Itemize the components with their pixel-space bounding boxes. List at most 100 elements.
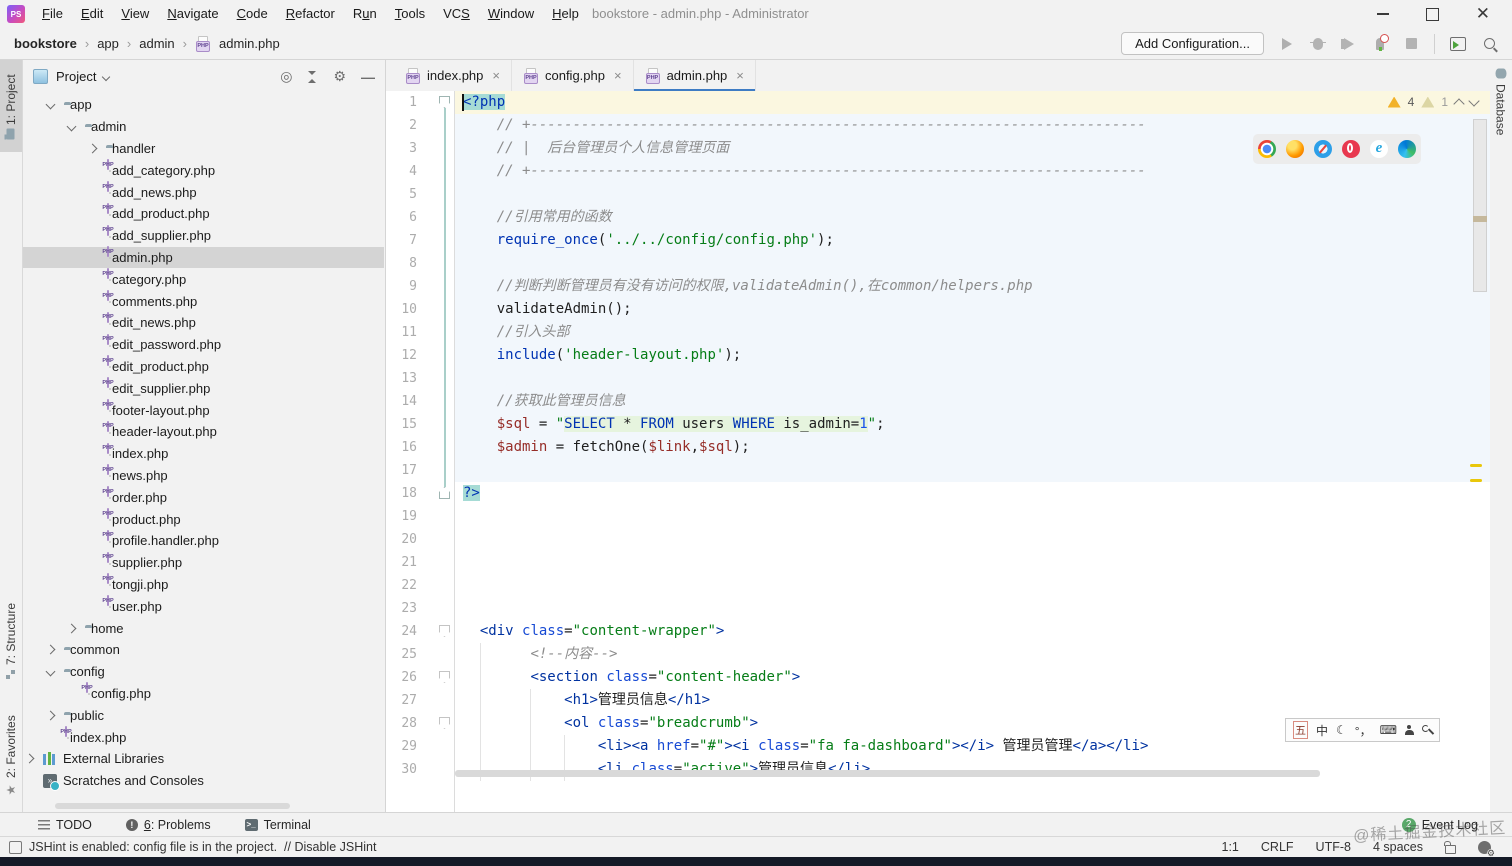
- menu-refactor[interactable]: Refactor: [277, 0, 344, 28]
- tree-item-footer-layout-php[interactable]: PHP footer-layout.php: [23, 399, 384, 421]
- tree-item-edit_news-php[interactable]: PHP edit_news.php: [23, 311, 384, 334]
- line-number-23[interactable]: 23: [386, 597, 417, 620]
- fold-marker-end-icon[interactable]: [439, 487, 450, 499]
- safari-browser-icon[interactable]: [1314, 140, 1332, 158]
- code-line-25[interactable]: <!--内容-->: [455, 643, 1490, 666]
- fold-marker-collapse-icon[interactable]: [439, 625, 450, 637]
- tree-item-user-php[interactable]: PHP user.php: [23, 595, 384, 617]
- maximize-icon[interactable]: [1425, 7, 1439, 21]
- tree-item-add_supplier-php[interactable]: PHP add_supplier.php: [23, 224, 384, 247]
- hide-panel-icon[interactable]: —: [361, 69, 375, 85]
- profiler-icon[interactable]: [1372, 33, 1389, 52]
- code-line-19[interactable]: [455, 505, 1490, 528]
- tree-chevron-icon[interactable]: [45, 710, 64, 721]
- project-settings-gear-icon[interactable]: ⚙: [333, 68, 346, 85]
- menu-window[interactable]: Window: [479, 0, 543, 28]
- code-line-22[interactable]: [455, 574, 1490, 597]
- line-number-24[interactable]: 24: [386, 620, 417, 643]
- code-line-18[interactable]: ?>: [455, 482, 1490, 505]
- line-number-17[interactable]: 17: [386, 459, 417, 482]
- tree-item-app[interactable]: app: [23, 94, 384, 116]
- tree-item-public[interactable]: public: [23, 704, 384, 726]
- tab-close-icon[interactable]: ×: [736, 68, 744, 83]
- opera-browser-icon[interactable]: [1342, 140, 1360, 158]
- fold-marker-start-icon[interactable]: [439, 96, 450, 108]
- tree-item-edit_password-php[interactable]: PHP edit_password.php: [23, 333, 384, 356]
- menu-edit[interactable]: Edit: [72, 0, 112, 28]
- readonly-lock-icon[interactable]: [1444, 840, 1456, 854]
- tab-close-icon[interactable]: ×: [614, 68, 622, 83]
- caret-position[interactable]: 1:1: [1222, 840, 1239, 854]
- tree-chevron-icon[interactable]: [66, 121, 85, 132]
- menu-run[interactable]: Run: [344, 0, 386, 28]
- line-number-10[interactable]: 10: [386, 298, 417, 321]
- line-number-30[interactable]: 30: [386, 758, 417, 781]
- line-separator[interactable]: CRLF: [1261, 840, 1294, 854]
- breadcrumb-item-admin[interactable]: admin: [139, 36, 174, 51]
- file-encoding[interactable]: UTF-8: [1316, 840, 1351, 854]
- code-line-14[interactable]: //获取此管理员信息: [455, 390, 1490, 413]
- tree-item-profile-handler-php[interactable]: PHP profile.handler.php: [23, 529, 384, 552]
- ime-wubi-icon[interactable]: 五: [1293, 721, 1308, 739]
- ie-browser-icon[interactable]: e: [1370, 140, 1388, 158]
- tool-stripe-structure[interactable]: 7: Structure: [0, 588, 22, 694]
- tool-stripe-favorites[interactable]: ★ 2: Favorites: [0, 702, 22, 810]
- line-number-12[interactable]: 12: [386, 344, 417, 367]
- tool-window-button-todo[interactable]: TODO: [38, 818, 92, 832]
- stop-icon[interactable]: [1403, 36, 1419, 52]
- runany-icon[interactable]: [1450, 36, 1466, 52]
- select-opened-file-icon[interactable]: ◎: [280, 69, 292, 83]
- editor-vertical-scrollbar[interactable]: [1473, 119, 1487, 292]
- menu-vcs[interactable]: VCS: [434, 0, 479, 28]
- line-number-19[interactable]: 19: [386, 505, 417, 528]
- code-line-17[interactable]: [455, 459, 1490, 482]
- code-line-24[interactable]: <div class="content-wrapper">: [455, 620, 1490, 643]
- tree-chevron-icon[interactable]: [45, 99, 64, 110]
- ime-user-icon[interactable]: [1404, 725, 1414, 735]
- ime-keyboard-icon[interactable]: ⌨: [1380, 723, 1397, 737]
- code-line-10[interactable]: validateAdmin();: [455, 298, 1490, 321]
- firefox-browser-icon[interactable]: [1286, 140, 1304, 158]
- statusbar-disable-jshint-link[interactable]: // Disable JSHint: [284, 840, 376, 854]
- line-number-11[interactable]: 11: [386, 321, 417, 344]
- line-number-26[interactable]: 26: [386, 666, 417, 689]
- tree-item-config[interactable]: config: [23, 661, 384, 683]
- line-number-3[interactable]: 3: [386, 137, 417, 160]
- tree-item-order-php[interactable]: PHP order.php: [23, 486, 384, 508]
- line-number-9[interactable]: 9: [386, 275, 417, 298]
- project-dropdown-chevron-icon[interactable]: [102, 72, 111, 81]
- ime-punctuation-icon[interactable]: °，: [1355, 722, 1372, 739]
- menu-tools[interactable]: Tools: [386, 0, 434, 28]
- code-line-26[interactable]: <section class="content-header">: [455, 666, 1490, 689]
- tree-chevron-icon[interactable]: [87, 143, 106, 154]
- project-horizontal-scrollbar[interactable]: [55, 803, 290, 809]
- code-line-13[interactable]: [455, 367, 1490, 390]
- warning-stripe-mark[interactable]: [1470, 479, 1482, 482]
- close-icon[interactable]: ✕: [1476, 1, 1490, 27]
- minimize-icon[interactable]: [1376, 13, 1389, 15]
- line-number-5[interactable]: 5: [386, 183, 417, 206]
- tree-item-external-libraries[interactable]: External Libraries: [23, 748, 384, 770]
- menu-help[interactable]: Help: [543, 0, 588, 28]
- breadcrumb-item-admin-php[interactable]: admin.php: [219, 36, 280, 51]
- code-line-7[interactable]: require_once('../../config/config.php');: [455, 229, 1490, 252]
- tool-window-button-terminal[interactable]: >_ Terminal: [244, 818, 311, 832]
- tree-item-supplier-php[interactable]: PHP supplier.php: [23, 551, 384, 574]
- menu-code[interactable]: Code: [228, 0, 277, 28]
- fold-marker-collapse-icon[interactable]: [439, 671, 450, 683]
- run-icon[interactable]: [1279, 36, 1295, 52]
- tree-item-add_news-php[interactable]: PHP add_news.php: [23, 181, 384, 203]
- tree-item-comments-php[interactable]: PHP comments.php: [23, 290, 384, 312]
- code-line-9[interactable]: //判断判断管理员有没有访问的权限,validateAdmin(),在commo…: [455, 275, 1490, 298]
- tree-item-header-layout-php[interactable]: PHP header-layout.php: [23, 420, 384, 443]
- menu-file[interactable]: File: [33, 0, 72, 28]
- tree-chevron-icon[interactable]: [66, 623, 85, 633]
- collapse-all-icon[interactable]: [307, 70, 318, 83]
- tree-item-index-php[interactable]: PHP index.php: [23, 442, 384, 465]
- code-line-27[interactable]: <h1>管理员信息</h1>: [455, 689, 1490, 712]
- tree-item-tongji-php[interactable]: PHP tongji.php: [23, 573, 384, 596]
- previous-problem-icon[interactable]: [1453, 98, 1465, 110]
- code-line-6[interactable]: //引用常用的函数: [455, 206, 1490, 229]
- coverage-icon[interactable]: [1341, 36, 1357, 52]
- next-problem-icon[interactable]: [1468, 94, 1480, 107]
